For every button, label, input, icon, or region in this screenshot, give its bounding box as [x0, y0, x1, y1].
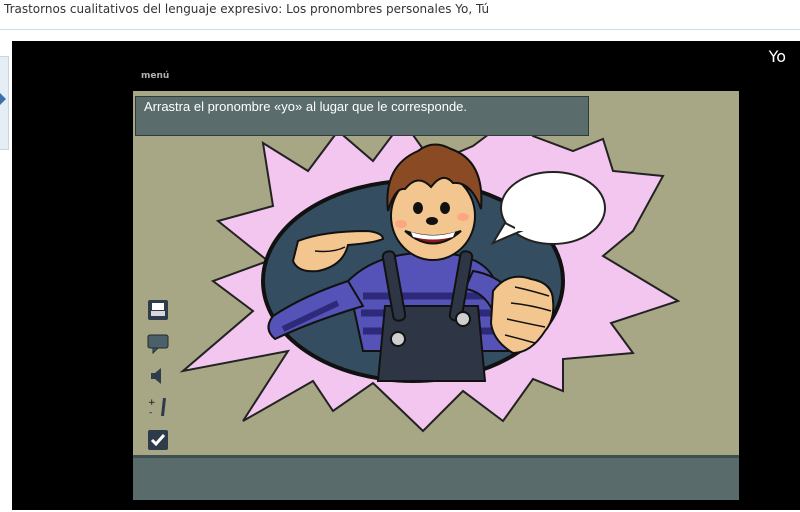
svg-text:-: - — [149, 408, 152, 418]
speech-bubble-icon[interactable] — [147, 332, 169, 354]
expand-arrow-icon[interactable] — [0, 93, 6, 105]
player-window: Yo menú Arrastra el pronombre «yo» al lu… — [12, 41, 800, 510]
svg-text:+: + — [148, 398, 156, 408]
speaker-icon[interactable] — [147, 365, 169, 387]
volume-adjust-icon[interactable]: + - — [147, 396, 169, 418]
title-divider — [0, 29, 800, 30]
page-title: Trastornos cualitativos del lenguaje exp… — [4, 2, 490, 16]
slide-title: Yo — [768, 47, 786, 66]
menu-button[interactable]: menú — [141, 71, 169, 81]
instruction-panel: Arrastra el pronombre «yo» al lugar que … — [135, 96, 589, 136]
drag-area-bar — [133, 455, 739, 500]
print-icon[interactable] — [147, 299, 169, 321]
activity-stage: Arrastra el pronombre «yo» al lugar que … — [133, 91, 739, 499]
cartoon-illustration — [179, 109, 681, 433]
check-icon[interactable] — [147, 429, 169, 451]
boy-head — [386, 143, 483, 261]
